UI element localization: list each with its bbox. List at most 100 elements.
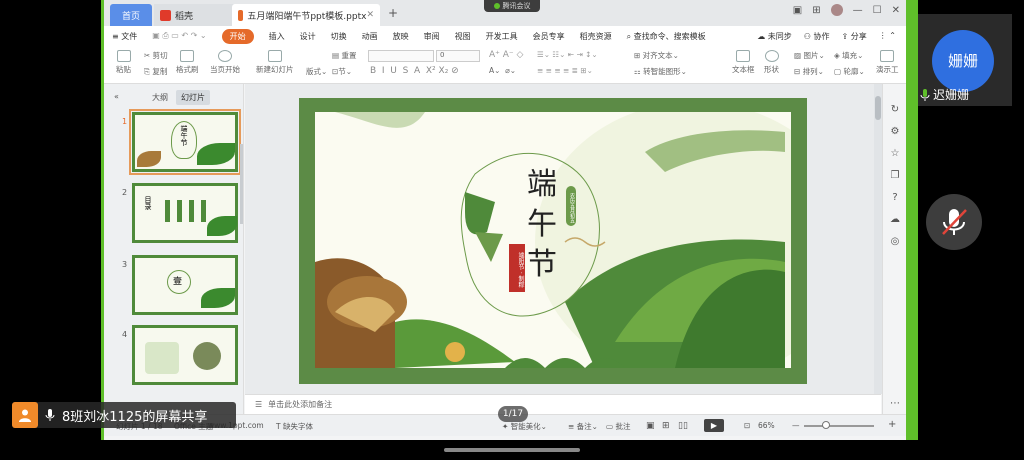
smart-beautify-button[interactable]: ✦ 智能美化⌄	[502, 421, 547, 432]
shape-button[interactable]: 形状	[764, 50, 779, 75]
refresh-icon[interactable]: ↻	[889, 104, 901, 116]
minimize-icon[interactable]: —	[853, 5, 863, 16]
menu-file[interactable]: ≡ 文件	[112, 31, 137, 42]
zoom-slider[interactable]	[804, 425, 874, 427]
panel-scrollbar[interactable]	[240, 144, 243, 224]
participant-video-tile[interactable]: 姗姗 迟姗姗	[918, 14, 1012, 106]
menu-item-insert[interactable]: 插入	[269, 31, 285, 42]
menu-item-design[interactable]: 设计	[300, 31, 316, 42]
mute-button[interactable]	[926, 194, 982, 250]
align-text-button[interactable]: ⊞ 对齐文本⌄	[634, 50, 679, 61]
home-indicator[interactable]	[444, 448, 580, 452]
missing-font-button[interactable]: T 缺失字体	[276, 421, 313, 432]
cut-button[interactable]: ✂ 剪切	[144, 50, 168, 61]
new-tab-icon[interactable]: +	[388, 6, 398, 20]
settings-icon[interactable]: ⚙	[889, 126, 901, 138]
canvas-scroll-thumb[interactable]	[875, 96, 881, 120]
close-tab-icon[interactable]: ✕	[366, 10, 374, 20]
picture-button[interactable]: ▨ 图片⌄	[794, 50, 825, 61]
menu-item-transition[interactable]: 切换	[331, 31, 347, 42]
menu-item-docer-resources[interactable]: 稻壳资源	[580, 31, 612, 42]
screen-share-banner[interactable]: 8班刘冰1125的屏幕共享	[12, 402, 236, 428]
fill-button[interactable]: ◈ 填充⌄	[834, 50, 863, 61]
smart-shape-button[interactable]: ⚏ 转智能图形⌄	[634, 66, 687, 77]
font-color-icons[interactable]: A⌄ ⌀⌄	[489, 66, 516, 75]
textbox-button[interactable]: 文本框	[732, 50, 755, 75]
zoom-slider-knob[interactable]	[822, 421, 830, 429]
normal-view-icon[interactable]: ▣	[646, 421, 655, 431]
play-icon[interactable]: ▶	[704, 419, 724, 432]
grid-view-icon[interactable]: ⊞	[662, 421, 670, 431]
outline-button[interactable]: ▢ 轮廓⌄	[834, 66, 865, 77]
list-icons[interactable]: ☰⌄ ☷⌄ ⇤ ⇥ ↕⌄	[537, 50, 598, 59]
tab-outline[interactable]: 大纲	[152, 92, 168, 103]
arrange-button[interactable]: ⊟ 排列⌄	[794, 66, 824, 77]
copy-button[interactable]: ⎘ 复制	[144, 66, 167, 77]
zoom-out-icon[interactable]: —	[792, 421, 800, 430]
slide-thumbnail[interactable]	[132, 325, 238, 385]
copy-icon[interactable]: ❐	[889, 170, 901, 182]
tab-file[interactable]: 五月端阳端午节ppt模板.pptx ✕	[232, 4, 380, 26]
cloud-icon[interactable]: ☁	[889, 214, 901, 226]
search-command[interactable]: ⌕ 查找命令、搜索模板	[627, 31, 706, 42]
menu-item-developer[interactable]: 开发工具	[486, 31, 518, 42]
play-from-current-button[interactable]: 当页开始	[210, 50, 240, 75]
align-icons[interactable]: ≡ ≡ ≡ ≡ ≣ ⊞⌄	[537, 66, 593, 75]
mic-muted-icon	[942, 209, 967, 235]
canvas-scrollbar[interactable]	[874, 84, 882, 394]
notes-toggle[interactable]: ≡ 备注⌄	[568, 421, 598, 432]
book-view-icon[interactable]: ▯▯	[678, 421, 688, 431]
collab-button[interactable]: ⚇ 协作	[804, 31, 830, 42]
format-painter-icon	[180, 50, 195, 62]
notes-pane[interactable]: ☰ 单击此处添加备注	[245, 394, 881, 414]
fit-window-icon[interactable]: ⊡	[744, 421, 750, 430]
tab-docer[interactable]: 稻壳	[154, 4, 234, 26]
layout-icon[interactable]: ▣	[793, 5, 802, 16]
menu-item-review[interactable]: 审阅	[424, 31, 440, 42]
maximize-icon[interactable]: ☐	[873, 5, 882, 16]
menu-item-member[interactable]: 会员专享	[533, 31, 565, 42]
section-dropdown[interactable]: ⊡节⌄	[332, 66, 352, 77]
paste-button[interactable]: 粘贴	[116, 50, 131, 75]
quick-access-icons[interactable]: ▣ ⎙ ▭ ↶ ↷ ⌄	[152, 31, 206, 41]
zoom-in-icon[interactable]: +	[888, 419, 896, 430]
missing-font-label: 缺失字体	[282, 422, 313, 431]
apps-icon[interactable]: ⊞	[812, 5, 820, 16]
tab-slides[interactable]: 幻灯片	[176, 90, 210, 105]
help-icon[interactable]: ?	[889, 192, 901, 204]
collapse-panel-icon[interactable]: «	[114, 92, 119, 101]
new-slide-button[interactable]: 新建幻灯片	[256, 50, 294, 75]
menu-item-view[interactable]: 视图	[455, 31, 471, 42]
font-size-select[interactable]: 0	[436, 50, 480, 62]
comments-toggle[interactable]: ▭ 批注	[606, 421, 630, 432]
layout-dropdown[interactable]: 版式⌄	[306, 66, 327, 77]
star-icon[interactable]: ☆	[889, 148, 901, 160]
user-avatar[interactable]	[830, 4, 843, 16]
slide-thumbnail[interactable]: 壹	[132, 255, 238, 315]
thumb-textbox	[145, 342, 179, 374]
close-window-icon[interactable]: ✕	[892, 5, 900, 16]
slide-thumbnail[interactable]: 端午节	[129, 109, 241, 175]
slide-thumbnail[interactable]: 目录	[132, 183, 238, 243]
reset-button[interactable]: ▤ 重置	[332, 50, 356, 61]
text-format-icons[interactable]: B I U S A X² X₂ ⊘	[370, 66, 459, 76]
share-button[interactable]: ⇪ 分享	[842, 31, 867, 42]
thumb-bar	[189, 200, 194, 222]
current-slide[interactable]: 端 午 节 端阳节 · 制粽 农历五月初五	[299, 98, 807, 384]
menu-item-animation[interactable]: 动画	[362, 31, 378, 42]
tab-home[interactable]: 首页	[110, 4, 152, 26]
font-name-select[interactable]	[368, 50, 434, 62]
sync-status[interactable]: ☁ 未同步	[757, 31, 792, 42]
reset-label: 重置	[341, 51, 357, 60]
zoom-value[interactable]: 66%	[758, 421, 775, 430]
location-icon[interactable]: ◎	[889, 236, 901, 248]
thumb-zongzi	[137, 151, 161, 167]
more-menu-icon[interactable]: ⋮ ⌃	[879, 31, 896, 42]
menu-item-start[interactable]: 开始	[221, 28, 254, 44]
more-icon[interactable]: ⋯	[889, 398, 901, 410]
font-grow-icons[interactable]: A⁺ A⁻ ◇	[489, 50, 523, 60]
format-painter-button[interactable]: 格式刷	[176, 50, 199, 75]
meeting-indicator[interactable]: 腾讯会议	[484, 0, 540, 12]
present-tools-button[interactable]: 演示工	[876, 50, 899, 75]
menu-item-slideshow[interactable]: 放映	[393, 31, 409, 42]
